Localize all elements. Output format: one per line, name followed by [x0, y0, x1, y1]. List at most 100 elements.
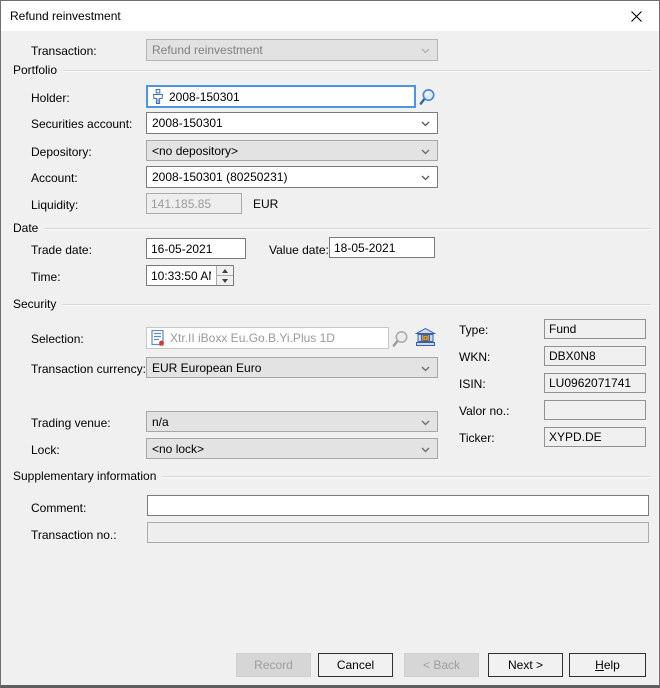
- lock-value: <no lock>: [152, 442, 204, 456]
- chevron-down-icon: [421, 420, 430, 426]
- triangle-down-icon: [222, 279, 228, 283]
- portfolio-group-label: Portfolio: [13, 63, 57, 77]
- close-button[interactable]: [614, 1, 659, 31]
- liquidity-label: Liquidity:: [31, 198, 78, 212]
- ticker-label: Ticker:: [459, 431, 495, 445]
- holder-label: Holder:: [31, 91, 70, 105]
- depository-value: <no depository>: [152, 144, 238, 158]
- securities-account-value: 2008-150301: [152, 116, 223, 130]
- wkn-field: DBX0N8: [544, 346, 646, 366]
- value-date-input[interactable]: [329, 237, 435, 258]
- next-button-label: Next >: [508, 658, 543, 672]
- group-separator-line: [63, 70, 651, 71]
- titlebar: Refund reinvestment: [1, 1, 659, 31]
- security-group-label: Security: [13, 297, 56, 311]
- close-icon: [631, 11, 642, 22]
- trading-venue-select[interactable]: n/a: [146, 411, 438, 432]
- valor-no-label: Valor no.:: [459, 404, 509, 418]
- valor-no-field: [544, 400, 646, 420]
- isin-field: LU0962071741: [544, 373, 646, 393]
- type-value: Fund: [549, 322, 576, 336]
- chevron-down-icon: [421, 48, 430, 54]
- securities-account-select[interactable]: 2008-150301: [146, 112, 438, 134]
- transaction-currency-value: EUR European Euro: [152, 361, 261, 375]
- transaction-value: Refund reinvestment: [152, 43, 263, 57]
- cancel-button-label: Cancel: [337, 658, 374, 672]
- exchange-bank-button[interactable]: [413, 327, 437, 347]
- transaction-currency-label: Transaction currency:: [31, 362, 146, 376]
- back-button: < Back: [404, 653, 479, 677]
- lock-label: Lock:: [31, 443, 60, 457]
- comment-label: Comment:: [31, 501, 86, 515]
- transaction-currency-select[interactable]: EUR European Euro: [146, 357, 438, 378]
- time-field: [146, 265, 234, 286]
- record-button-label: Record: [254, 658, 293, 672]
- account-value: 2008-150301 (80250231): [152, 170, 287, 184]
- chevron-down-icon: [421, 366, 430, 372]
- type-label: Type:: [459, 323, 488, 337]
- spinner-up-button[interactable]: [217, 266, 233, 276]
- security-group-header: Security: [13, 297, 651, 311]
- liquidity-currency: EUR: [253, 197, 278, 211]
- supplementary-group-label: Supplementary information: [13, 469, 156, 483]
- refund-reinvestment-dialog: Refund reinvestment Transaction: Refund …: [0, 0, 660, 688]
- depository-select[interactable]: <no depository>: [146, 140, 438, 161]
- date-group-header: Date: [13, 221, 651, 235]
- next-button[interactable]: Next >: [488, 653, 563, 677]
- securities-account-label: Securities account:: [31, 117, 132, 131]
- liquidity-field: [146, 193, 242, 214]
- holder-search-button[interactable]: [417, 86, 438, 107]
- bank-icon: [415, 328, 436, 346]
- chevron-down-icon: [421, 175, 430, 181]
- time-spinner: [216, 266, 233, 285]
- selection-field[interactable]: Xtr.II iBoxx Eu.Go.B.Yi.Plus 1D: [146, 327, 389, 349]
- account-select[interactable]: 2008-150301 (80250231): [146, 166, 438, 188]
- chevron-down-icon: [421, 121, 430, 127]
- holder-input[interactable]: [169, 90, 410, 104]
- chevron-down-icon: [421, 447, 430, 453]
- security-search-button: [390, 328, 411, 349]
- ticker-field: XYPD.DE: [544, 427, 646, 447]
- time-label: Time:: [31, 270, 61, 284]
- group-separator-line: [62, 304, 651, 305]
- depository-label: Depository:: [31, 145, 92, 159]
- holder-field[interactable]: [146, 85, 416, 108]
- trade-date-input[interactable]: [146, 238, 246, 259]
- transaction-label: Transaction:: [31, 44, 97, 58]
- person-icon: [152, 89, 164, 104]
- trading-venue-label: Trading venue:: [31, 416, 111, 430]
- group-separator-line: [162, 476, 651, 477]
- portfolio-group-header: Portfolio: [13, 63, 651, 77]
- ticker-value: XYPD.DE: [549, 430, 602, 444]
- transaction-select: Refund reinvestment: [146, 39, 438, 61]
- date-group-label: Date: [13, 221, 38, 235]
- triangle-up-icon: [222, 269, 228, 273]
- spinner-down-button[interactable]: [217, 276, 233, 285]
- group-separator-line: [44, 228, 651, 229]
- isin-value: LU0962071741: [549, 376, 631, 390]
- trade-date-label: Trade date:: [31, 243, 92, 257]
- lock-select[interactable]: <no lock>: [146, 438, 438, 459]
- search-icon-disabled: [392, 330, 410, 348]
- account-label: Account:: [31, 171, 78, 185]
- wkn-value: DBX0N8: [549, 349, 596, 363]
- cancel-button[interactable]: Cancel: [318, 653, 393, 677]
- help-button-label: Help: [595, 658, 620, 672]
- comment-input[interactable]: [147, 495, 649, 516]
- chevron-down-icon: [421, 149, 430, 155]
- value-date-label: Value date:: [269, 243, 329, 257]
- wkn-label: WKN:: [459, 350, 490, 364]
- transaction-no-label: Transaction no.:: [31, 528, 117, 542]
- trading-venue-value: n/a: [152, 415, 169, 429]
- selection-label: Selection:: [31, 332, 84, 346]
- search-icon: [419, 88, 437, 106]
- supplementary-group-header: Supplementary information: [13, 469, 651, 483]
- security-document-icon: [151, 330, 165, 346]
- selection-value: Xtr.II iBoxx Eu.Go.B.Yi.Plus 1D: [170, 331, 384, 345]
- help-button[interactable]: Help: [569, 653, 646, 677]
- record-button: Record: [236, 653, 311, 677]
- back-button-label: < Back: [423, 658, 460, 672]
- transaction-no-field: [147, 522, 649, 543]
- window-title: Refund reinvestment: [10, 9, 121, 23]
- type-field: Fund: [544, 319, 646, 339]
